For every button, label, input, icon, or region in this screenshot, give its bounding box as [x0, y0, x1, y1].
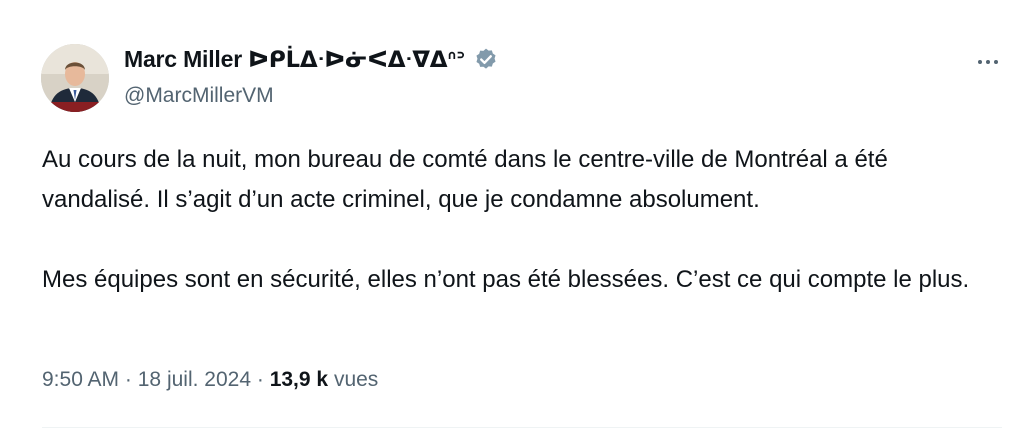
views-count: 13,9 k [269, 368, 329, 391]
dot [994, 60, 998, 64]
meta-separator: · [256, 368, 264, 391]
tweet-text: Au cours de la nuit, mon bureau de comté… [42, 140, 992, 300]
tweet-paragraph-1: Au cours de la nuit, mon bureau de comté… [42, 146, 888, 213]
avatar[interactable] [41, 44, 109, 112]
tweet-time[interactable]: 9:50 AM [42, 368, 119, 391]
author-row: Marc Miller ᐅᑭᒫᐃᐧᐅᓃᐸᐃᐧᐁᐃᐢᐣ [124, 46, 499, 73]
tweet-meta: 9:50 AM · 18 juil. 2024 · 13,9 k vues [42, 368, 378, 392]
meta-separator: · [124, 368, 132, 391]
views-label: vues [333, 368, 379, 391]
tweet-paragraph-2: Mes équipes sont en sécurité, elles n’on… [42, 266, 970, 293]
dot [978, 60, 982, 64]
profile-photo-icon [41, 44, 109, 112]
divider [42, 427, 1002, 428]
author-handle[interactable]: @MarcMillerVM [124, 84, 274, 108]
tweet-date[interactable]: 18 juil. 2024 [138, 368, 251, 391]
verified-badge-icon[interactable] [473, 47, 499, 73]
more-options-icon[interactable] [974, 52, 1002, 72]
author-display-name[interactable]: Marc Miller ᐅᑭᒫᐃᐧᐅᓃᐸᐃᐧᐁᐃᐢᐣ [124, 46, 465, 73]
dot [986, 60, 990, 64]
tweet-card: Marc Miller ᐅᑭᒫᐃᐧᐅᓃᐸᐃᐧᐁᐃᐢᐣ @MarcMillerVM… [0, 0, 1026, 436]
